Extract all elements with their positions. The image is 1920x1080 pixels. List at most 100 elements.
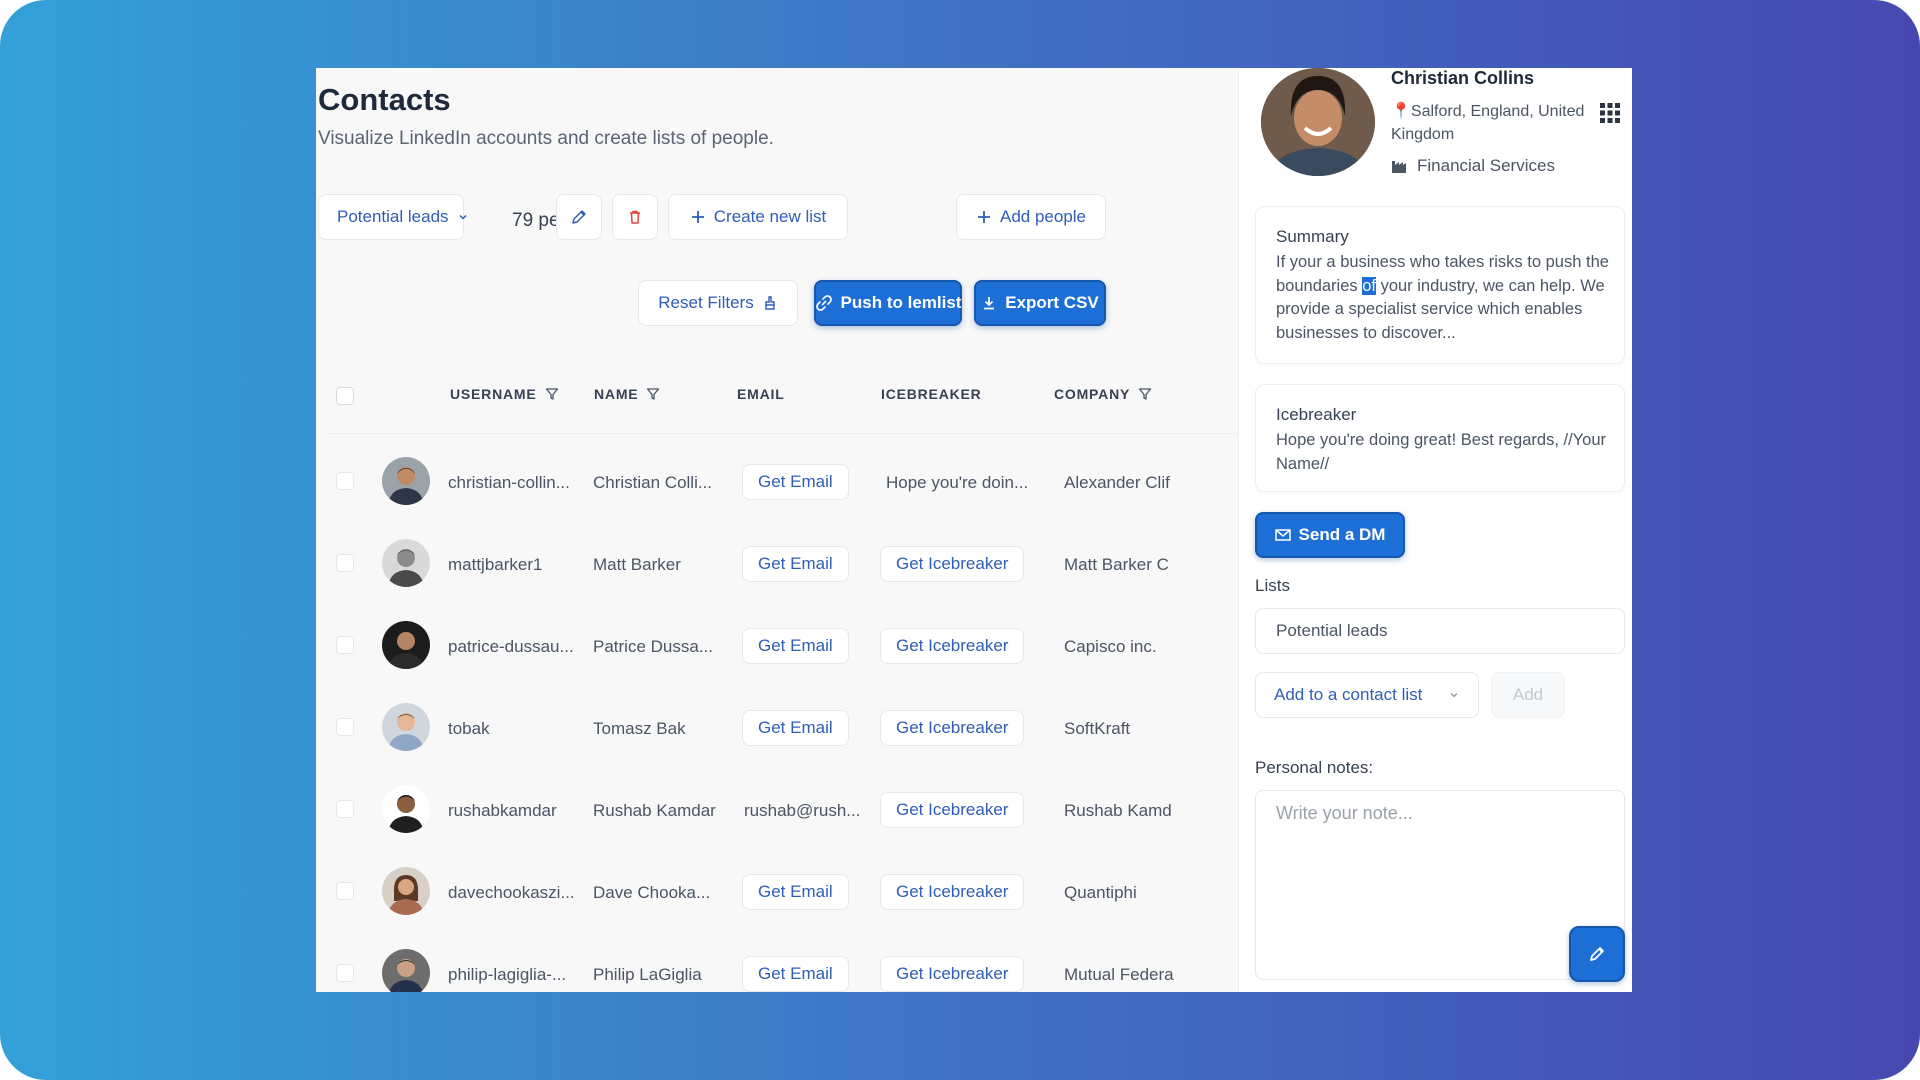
email-cell: rushab@rush... [744, 801, 861, 820]
company-header-label: COMPANY [1054, 386, 1131, 402]
company-cell: Matt Barker C [1064, 555, 1169, 574]
get-icebreaker-button[interactable]: Get Icebreaker [880, 956, 1025, 992]
save-note-button[interactable] [1569, 926, 1625, 982]
column-header-email: EMAIL [737, 386, 785, 402]
filter-icon[interactable] [545, 387, 559, 401]
name-cell: Matt Barker [593, 555, 681, 574]
column-header-name[interactable]: NAME [594, 386, 660, 402]
location-pin-icon: 📍 [1391, 103, 1411, 120]
row-checkbox[interactable] [336, 964, 354, 982]
avatar [382, 703, 430, 751]
broom-icon [762, 295, 778, 311]
username-cell: christian-collin... [448, 473, 570, 492]
table-row[interactable]: patrice-dussau... Patrice Dussa... Get E… [328, 604, 1238, 686]
row-checkbox[interactable] [336, 472, 354, 490]
apps-grid-icon[interactable] [1599, 102, 1621, 129]
get-email-button[interactable]: Get Email [742, 874, 849, 910]
export-csv-label: Export CSV [1005, 293, 1099, 312]
column-header-company[interactable]: COMPANY [1054, 386, 1152, 402]
username-cell: davechookaszi... [448, 883, 575, 902]
get-icebreaker-button[interactable]: Get Icebreaker [880, 546, 1025, 582]
name-header-label: NAME [594, 386, 639, 402]
filter-icon[interactable] [646, 387, 660, 401]
profile-industry-text: Financial Services [1417, 156, 1555, 175]
create-new-list-button[interactable]: Create new list [668, 194, 848, 240]
username-cell: mattjbarker1 [448, 555, 543, 574]
icebreaker-card: Icebreaker Hope you're doing great! Best… [1255, 384, 1625, 492]
row-checkbox[interactable] [336, 554, 354, 572]
table-row[interactable]: tobak Tomasz Bak Get Email Get Icebreake… [328, 686, 1238, 768]
reset-filters-button[interactable]: Reset Filters [638, 280, 798, 326]
app-window: Contacts Visualize LinkedIn accounts and… [316, 68, 1632, 992]
personal-notes-label: Personal notes: [1255, 758, 1374, 777]
profile-panel: Christian Collins 📍Salford, England, Uni… [1238, 68, 1632, 992]
get-email-button[interactable]: Get Email [742, 710, 849, 746]
get-icebreaker-button[interactable]: Get Icebreaker [880, 874, 1025, 910]
list-select-dropdown[interactable]: Potential leads [318, 194, 467, 240]
company-cell: Mutual Federa [1064, 965, 1174, 984]
username-cell: rushabkamdar [448, 801, 557, 820]
summary-card: Summary If your a business who takes ris… [1255, 206, 1625, 364]
row-checkbox[interactable] [336, 718, 354, 736]
username-cell: patrice-dussau... [448, 637, 574, 656]
export-csv-button[interactable]: Export CSV [974, 280, 1106, 326]
contacts-table: USERNAME NAME EMAIL ICEBREAKER COMPANY c… [328, 358, 1238, 992]
table-row[interactable]: davechookaszi... Dave Chooka... Get Emai… [328, 850, 1238, 932]
get-email-button[interactable]: Get Email [742, 956, 849, 992]
get-icebreaker-button[interactable]: Get Icebreaker [880, 710, 1025, 746]
row-checkbox[interactable] [336, 800, 354, 818]
edit-list-button[interactable] [556, 194, 602, 240]
download-icon [981, 295, 997, 311]
push-to-lemlist-button[interactable]: Push to lemlist [814, 280, 962, 326]
get-email-button[interactable]: Get Email [742, 628, 849, 664]
table-row[interactable]: rushabkamdar Rushab Kamdar rushab@rush..… [328, 768, 1238, 850]
company-cell: Quantiphi [1064, 883, 1137, 902]
add-to-contact-list-dropdown[interactable]: Add to a contact list [1255, 672, 1479, 718]
table-row[interactable]: mattjbarker1 Matt Barker Get Email Get I… [328, 522, 1238, 604]
add-people-button[interactable]: Add people [956, 194, 1106, 240]
name-cell: Patrice Dussa... [593, 637, 713, 656]
page-title: Contacts [318, 82, 451, 117]
column-header-icebreaker: ICEBREAKER [881, 386, 982, 402]
delete-list-button[interactable] [612, 194, 658, 240]
avatar [382, 539, 430, 587]
username-header-label: USERNAME [450, 386, 537, 402]
profile-industry: Financial Services [1391, 156, 1555, 176]
avatar [382, 785, 430, 833]
summary-text: If your a business who takes risks to pu… [1276, 251, 1612, 345]
row-checkbox[interactable] [336, 636, 354, 654]
get-email-button[interactable]: Get Email [742, 464, 849, 500]
background-frame: Contacts Visualize LinkedIn accounts and… [0, 0, 1920, 1080]
name-cell: Rushab Kamdar [593, 801, 716, 820]
icebreaker-cell: Hope you're doin... [886, 473, 1029, 492]
company-cell: Rushab Kamd [1064, 801, 1172, 820]
table-header: USERNAME NAME EMAIL ICEBREAKER COMPANY [328, 358, 1238, 434]
profile-location-text: Salford, England, United Kingdom [1391, 103, 1585, 143]
list-select-label: Potential leads [337, 207, 449, 226]
email-header-label: EMAIL [737, 386, 785, 402]
company-cell: Capisco inc. [1064, 637, 1157, 656]
send-dm-label: Send a DM [1298, 525, 1386, 544]
select-all-checkbox[interactable] [336, 387, 354, 405]
table-row[interactable]: christian-collin... Christian Colli... G… [328, 440, 1238, 522]
get-email-button[interactable]: Get Email [742, 546, 849, 582]
avatar [382, 621, 430, 669]
contacts-panel: Contacts Visualize LinkedIn accounts and… [316, 68, 1238, 992]
profile-location: 📍Salford, England, United Kingdom [1391, 100, 1591, 146]
row-checkbox[interactable] [336, 882, 354, 900]
link-icon [815, 294, 833, 312]
name-cell: Dave Chooka... [593, 883, 711, 902]
plus-icon [690, 209, 706, 225]
add-to-list-button[interactable]: Add [1491, 672, 1565, 718]
column-header-username[interactable]: USERNAME [450, 386, 559, 402]
pencil-icon [1587, 944, 1607, 964]
get-icebreaker-button[interactable]: Get Icebreaker [880, 792, 1025, 828]
get-icebreaker-button[interactable]: Get Icebreaker [880, 628, 1025, 664]
create-new-list-label: Create new list [713, 207, 827, 226]
filter-icon[interactable] [1138, 387, 1152, 401]
icebreaker-text: Hope you're doing great! Best regards, /… [1276, 431, 1606, 473]
summary-title: Summary [1276, 227, 1349, 246]
send-dm-button[interactable]: Send a DM [1255, 512, 1405, 558]
avatar [382, 867, 430, 915]
table-row[interactable]: philip-lagiglia-... Philip LaGiglia Get … [328, 932, 1238, 992]
